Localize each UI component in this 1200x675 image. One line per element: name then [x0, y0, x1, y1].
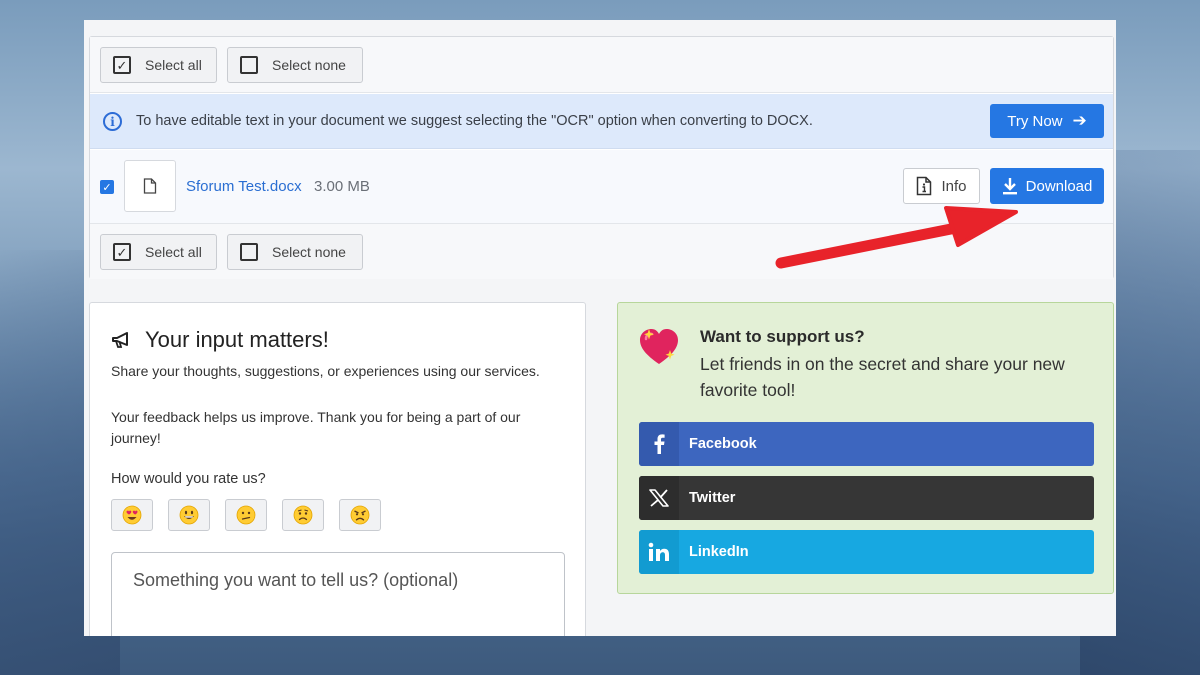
empty-box-icon [240, 56, 258, 74]
arrow-right-icon: ➔ [1072, 111, 1087, 130]
facebook-icon [639, 422, 679, 466]
sparkling-heart-icon [640, 329, 678, 364]
download-icon [1002, 178, 1017, 195]
confused-emoji-icon [236, 505, 256, 525]
file-info-icon [917, 176, 932, 196]
select-none-button-bottom[interactable]: Select none [227, 234, 363, 270]
file-size: 3.00 MB [314, 178, 370, 195]
linkedin-icon [639, 530, 679, 574]
file-row: ✓ Sforum Test.docx 3.00 MB Info Download [90, 150, 1113, 223]
rating-angry-button[interactable] [339, 499, 381, 531]
app-window: ✓ Select all Select none i To have edita… [84, 20, 1116, 636]
share-facebook-button[interactable]: Facebook [639, 422, 1094, 466]
rating-happy-button[interactable] [168, 499, 210, 531]
file-name-link[interactable]: Sforum Test.docx [186, 178, 302, 195]
twitter-label: Twitter [689, 490, 736, 506]
linkedin-label: LinkedIn [689, 544, 749, 560]
heart-eyes-emoji-icon [122, 505, 142, 525]
rating-label: How would you rate us? [111, 471, 266, 487]
feedback-thanks-text: Your feedback helps us improve. Thank yo… [111, 409, 521, 446]
megaphone-icon [112, 332, 128, 348]
selection-toolbar-bottom: ✓ Select all Select none [90, 223, 1113, 279]
file-thumbnail [124, 160, 176, 212]
select-all-button-bottom[interactable]: ✓ Select all [100, 234, 217, 270]
share-twitter-button[interactable]: Twitter [639, 476, 1094, 520]
select-all-label: Select all [145, 244, 202, 260]
file-checkbox[interactable]: ✓ [100, 180, 114, 194]
info-button-label: Info [941, 177, 967, 195]
rating-sad-button[interactable] [282, 499, 324, 531]
download-button-label: Download [1025, 177, 1093, 195]
rating-confused-button[interactable] [225, 499, 267, 531]
support-title: Want to support us? [700, 327, 865, 346]
feedback-textarea-placeholder: Something you want to tell us? (optional… [133, 570, 459, 590]
select-none-label: Select none [272, 244, 346, 260]
support-text: Let friends in on the secret and share y… [700, 354, 1065, 400]
select-all-button[interactable]: ✓ Select all [100, 47, 217, 83]
checked-box-icon: ✓ [113, 243, 131, 261]
select-all-label: Select all [145, 57, 202, 73]
facebook-label: Facebook [689, 436, 757, 452]
x-logo-icon [639, 476, 679, 520]
document-icon [143, 178, 157, 194]
file-list-panel: ✓ Select all Select none i To have edita… [89, 36, 1114, 279]
angry-emoji-icon [350, 505, 370, 525]
info-circle-icon: i [103, 112, 122, 131]
ocr-notice-text: To have editable text in your document w… [136, 113, 813, 129]
file-info-button[interactable]: Info [903, 168, 980, 204]
feedback-intro-text: Share your thoughts, suggestions, or exp… [111, 363, 540, 379]
download-button[interactable]: Download [990, 168, 1104, 204]
feedback-card: Your input matters! Share your thoughts,… [89, 302, 586, 636]
feedback-title: Your input matters! [111, 327, 329, 353]
feedback-title-text: Your input matters! [145, 327, 329, 352]
feedback-textarea[interactable]: Something you want to tell us? (optional… [111, 552, 565, 636]
share-linkedin-button[interactable]: LinkedIn [639, 530, 1094, 574]
rating-love-button[interactable] [111, 499, 153, 531]
select-none-label: Select none [272, 57, 346, 73]
try-now-button[interactable]: Try Now ➔ [990, 104, 1104, 138]
worried-emoji-icon [293, 505, 313, 525]
try-now-label: Try Now [1007, 112, 1063, 130]
grinning-emoji-icon [179, 505, 199, 525]
select-none-button[interactable]: Select none [227, 47, 363, 83]
empty-box-icon [240, 243, 258, 261]
checked-box-icon: ✓ [113, 56, 131, 74]
support-card: Want to support us? Let friends in on th… [617, 302, 1114, 594]
selection-toolbar-top: ✓ Select all Select none [90, 37, 1113, 93]
ocr-notice-bar: i To have editable text in your document… [90, 94, 1113, 149]
